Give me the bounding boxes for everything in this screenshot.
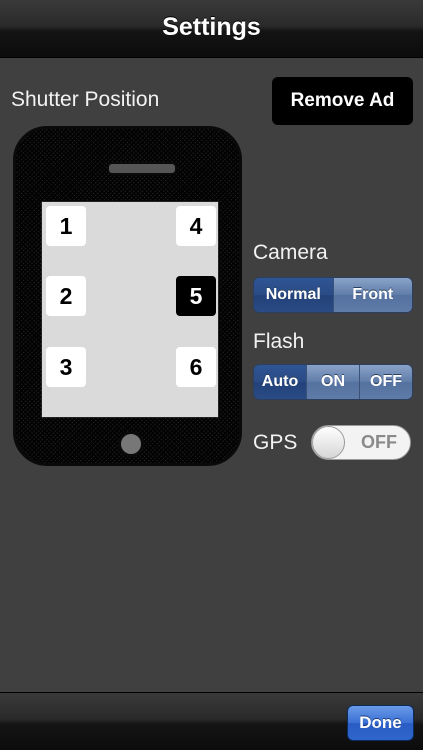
done-button[interactable]: Done <box>347 705 414 741</box>
shutter-position-4[interactable]: 4 <box>176 206 216 246</box>
flash-option-on[interactable]: ON <box>306 365 359 399</box>
page-title: Settings <box>162 13 261 41</box>
bottom-toolbar: Done <box>0 692 423 750</box>
flash-segmented-control: Auto ON OFF <box>253 364 413 400</box>
phone-speaker <box>107 162 177 175</box>
shutter-position-1[interactable]: 1 <box>46 206 86 246</box>
remove-ad-button[interactable]: Remove Ad <box>272 77 413 125</box>
flash-label: Flash <box>253 330 305 353</box>
camera-option-normal[interactable]: Normal <box>254 278 333 312</box>
camera-segmented-control: Normal Front <box>253 277 413 313</box>
shutter-position-label: Shutter Position <box>11 88 160 111</box>
shutter-position-2[interactable]: 2 <box>46 276 86 316</box>
phone-home-button <box>118 431 144 457</box>
flash-option-auto[interactable]: Auto <box>254 365 306 399</box>
phone-illustration: 1 2 3 4 5 6 <box>13 126 242 466</box>
shutter-position-6[interactable]: 6 <box>176 347 216 387</box>
gps-toggle-state: OFF <box>361 432 397 452</box>
shutter-position-5[interactable]: 5 <box>176 276 216 316</box>
camera-label: Camera <box>253 241 328 264</box>
shutter-position-3[interactable]: 3 <box>46 347 86 387</box>
phone-screen: 1 2 3 4 5 6 <box>41 201 219 418</box>
gps-toggle[interactable]: OFF <box>311 425 411 460</box>
nav-bar: Settings <box>0 0 423 58</box>
gps-label: GPS <box>253 431 298 454</box>
flash-option-off[interactable]: OFF <box>359 365 412 399</box>
gps-toggle-knob[interactable] <box>312 426 345 459</box>
camera-option-front[interactable]: Front <box>332 278 412 312</box>
